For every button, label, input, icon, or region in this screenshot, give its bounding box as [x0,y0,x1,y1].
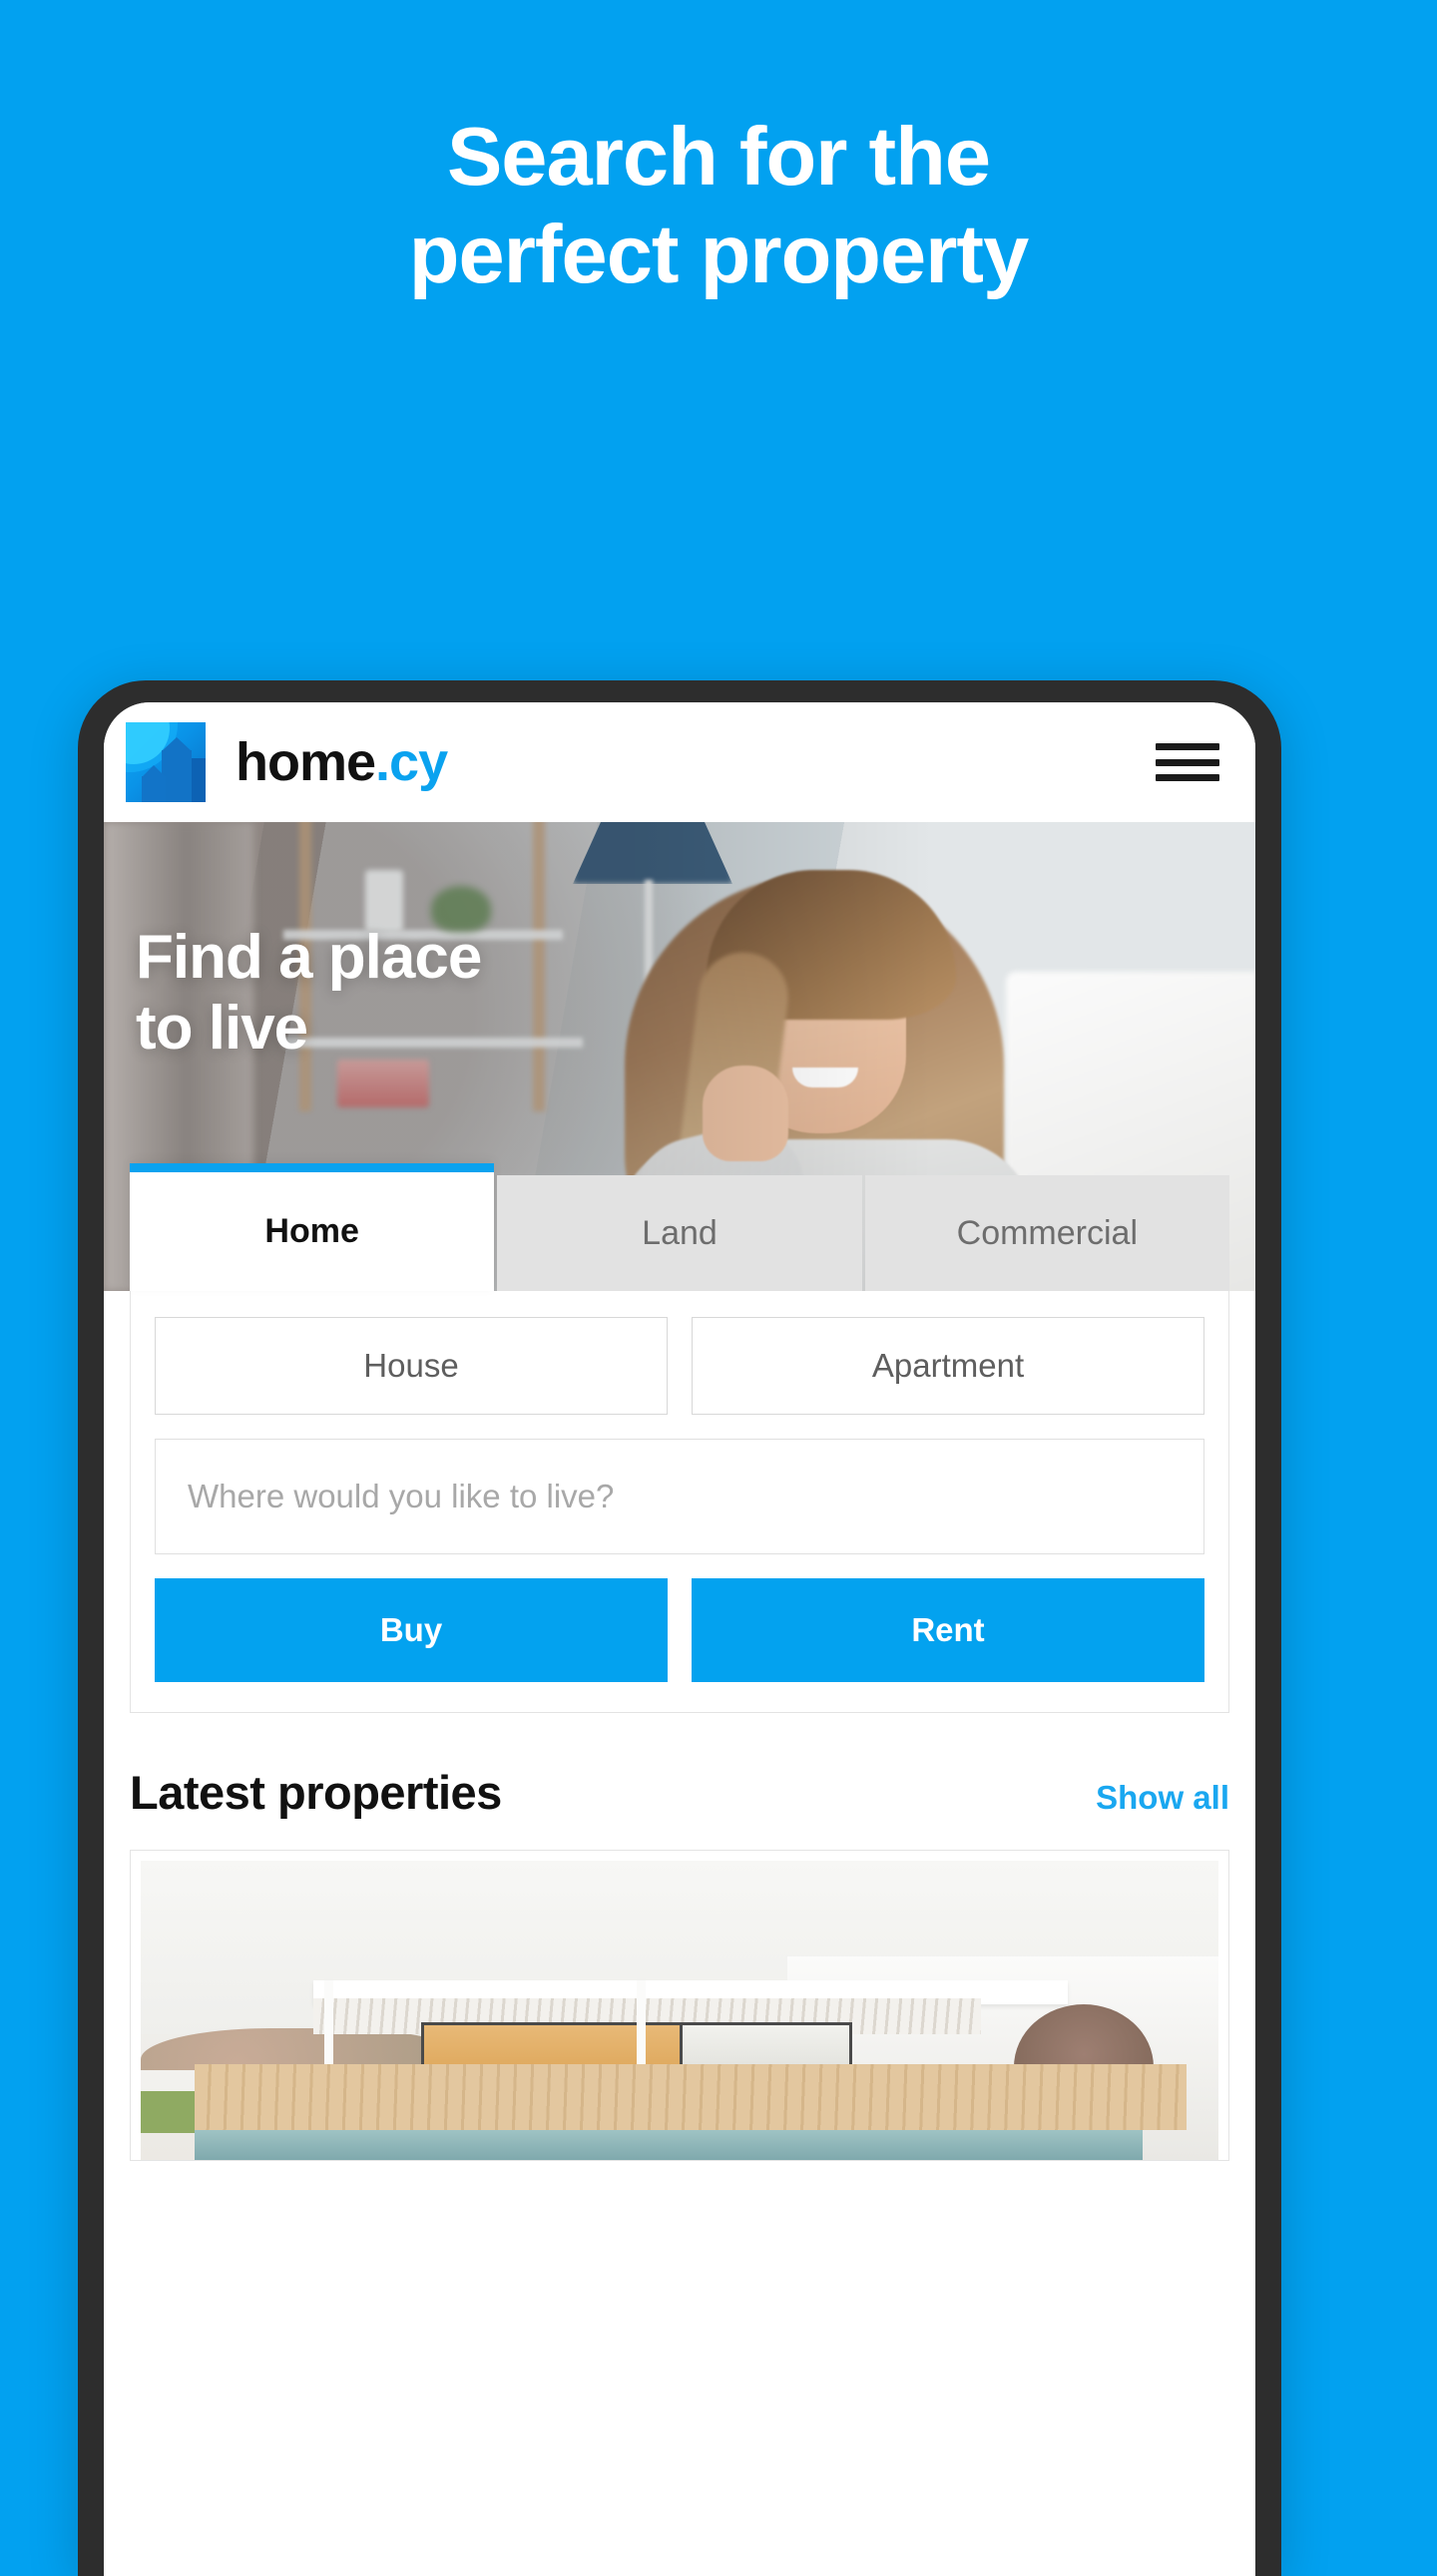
hamburger-bar-3 [1156,774,1219,781]
property-type-house-button[interactable]: House [155,1317,668,1415]
rent-button-label: Rent [911,1611,985,1648]
tab-land[interactable]: Land [497,1175,862,1291]
tab-home[interactable]: Home [130,1163,495,1291]
hero-title: Find a place to live [136,922,482,1065]
property-type-house-label: House [363,1347,459,1384]
tab-commercial-label: Commercial [956,1213,1138,1252]
logo-house-icon [142,765,166,802]
phone-screen: home.cy Find a place to live Home Land C… [104,702,1255,2576]
location-row [155,1439,1204,1554]
search-actions-row: Buy Rent [155,1578,1204,1682]
hero-title-line-2: to live [136,994,308,1064]
promo-headline-line-1: Search for the [446,110,991,203]
app-header: home.cy [104,702,1255,822]
promo-headline-line-2: perfect property [408,207,1029,300]
show-all-link[interactable]: Show all [1096,1779,1229,1817]
buy-button[interactable]: Buy [155,1578,668,1682]
hamburger-bar-2 [1156,758,1219,766]
location-search-input[interactable] [155,1439,1204,1554]
search-tabs: Home Land Commercial [130,1163,1229,1291]
search-panel: House Apartment Buy Rent [130,1291,1229,1713]
tab-commercial[interactable]: Commercial [864,1175,1229,1291]
latest-properties-title: Latest properties [130,1766,502,1819]
property-photo-pool [195,2130,1144,2160]
brand-wordmark[interactable]: home.cy [236,732,448,792]
hamburger-bar-1 [1156,743,1219,750]
property-type-row: House Apartment [155,1317,1204,1415]
property-photo-deck [195,2064,1187,2130]
buy-button-label: Buy [379,1611,443,1648]
logo-icon[interactable] [126,722,206,802]
logo-tower-icon [162,737,192,802]
property-card-photo [141,1861,1218,2160]
phone-device-frame: home.cy Find a place to live Home Land C… [78,680,1281,2576]
brand-name: home [236,732,376,792]
rent-button[interactable]: Rent [692,1578,1204,1682]
property-type-apartment-button[interactable]: Apartment [692,1317,1204,1415]
hamburger-menu-icon[interactable] [1156,736,1219,788]
latest-properties-header: Latest properties Show all [104,1713,1255,1820]
promo-headline: Search for the perfect property [0,108,1437,303]
brand-tld: .cy [375,732,448,792]
property-card[interactable] [130,1850,1229,2161]
property-type-apartment-label: Apartment [871,1347,1025,1384]
search-widget: Home Land Commercial House Apartment Whe… [104,1163,1255,1713]
tab-home-label: Home [264,1212,359,1250]
tab-land-label: Land [642,1213,718,1252]
hero-title-line-1: Find a place [136,923,482,992]
